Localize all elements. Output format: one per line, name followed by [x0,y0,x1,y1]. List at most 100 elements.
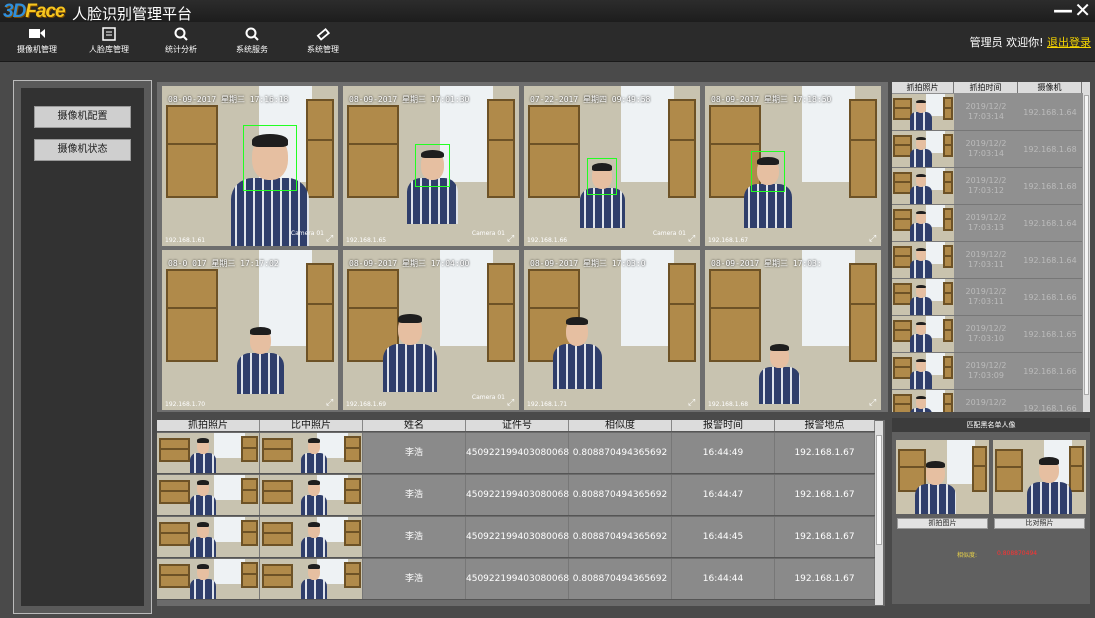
capture-camera: 192.168.1.66 [1023,404,1077,412]
fullscreen-icon[interactable]: ⤢ [507,399,516,408]
compare-photo-button[interactable]: 比对照片 [994,518,1085,529]
camera-status-button[interactable]: 摄像机状态 [34,139,131,161]
cell-sim: 0.808870494365692 [569,475,672,515]
capture-time: 2019/12/2 17:03:11 [965,287,1007,306]
capture-time: 2019/12/2 17:03:11 [965,250,1007,269]
match-compare-image [993,440,1086,514]
capture-list: 抓拍照片 抓拍时间 摄像机 2019/12/2 17:03:14 192.168.1.… [892,82,1090,412]
capture-camera: 192.168.1.68 [1023,182,1077,191]
cell-id: 450922199403080068 [466,559,569,599]
table-row[interactable]: 李浩 450922199403080068 0.808870494365692 16:… [157,475,875,516]
column-header[interactable]: 报警时间 [672,420,775,431]
list-item[interactable]: 2019/12/2 17:03:10 192.168.1.65 [892,316,1082,353]
cell-loc: 192.168.1.67 [775,475,875,515]
list-item[interactable]: 2019/12/2 17:03:11 192.168.1.66 [892,279,1082,316]
capture-time: 2019/12/2 17:03:14 [965,139,1007,158]
capture-time: 2019/12/2 17:03:12 [965,176,1007,195]
list-item[interactable]: 2019/12/2 17:03:09 192.168.1.66 [892,353,1082,390]
capture-camera: 192.168.1.66 [1023,293,1077,302]
capture-time: 2019/12/2 17:03:10 [965,324,1007,343]
fullscreen-icon[interactable]: ⤢ [326,399,335,408]
column-header[interactable]: 摄像机 [1018,82,1082,93]
column-header[interactable]: 相似度 [569,420,672,431]
column-header[interactable]: 比中照片 [260,420,363,431]
fullscreen-icon[interactable]: ⤢ [326,235,335,244]
column-header[interactable]: 抓拍照片 [892,82,954,93]
table-row[interactable]: 李浩 450922199403080068 0.808870494365692 16:… [157,433,875,474]
cell-time: 16:44:49 [672,433,775,473]
alarm-table-scrollbar[interactable] [875,421,883,605]
table-row[interactable]: 李浩 450922199403080068 0.808870494365692 16:… [157,559,875,600]
minimize-icon[interactable]: — [1053,0,1073,20]
camera-ip: 192.168.1.70 [165,401,206,408]
list-item[interactable]: 2019/12/2 192.168.1.66 [892,390,1082,412]
logout-link[interactable]: 退出登录 [1047,36,1091,49]
search-icon [148,24,214,44]
toolbar-button-4[interactable]: 系统管理 [290,24,356,60]
cell-name: 李浩 [363,517,466,557]
column-header[interactable]: 报警地点 [775,420,875,431]
fullscreen-icon[interactable]: ⤢ [507,235,516,244]
list-item[interactable]: 2019/12/2 17:03:13 192.168.1.64 [892,205,1082,242]
camera-ip: 192.168.1.68 [708,401,749,408]
cell-sim: 0.808870494365692 [569,517,672,557]
column-header[interactable]: 姓名 [363,420,466,431]
fullscreen-icon[interactable]: ⤢ [869,235,878,244]
match-thumbnail [260,433,363,473]
cell-loc: 192.168.1.67 [775,559,875,599]
capture-thumbnail [892,131,954,167]
capture-list-scrollbar[interactable] [1083,93,1090,412]
camera-timestamp: 08-09-2017 星期三 17:03:0 [530,259,646,268]
toolbar-button-3[interactable]: 系统服务 [219,24,285,60]
capture-time: 2019/12/2 17:03:14 [965,102,1007,121]
camera-ip: 192.168.1.61 [165,237,206,244]
list-item[interactable]: 2019/12/2 17:03:11 192.168.1.64 [892,242,1082,279]
list-item[interactable]: 2019/12/2 17:03:14 192.168.1.64 [892,94,1082,131]
camera-view[interactable]: 08-09-2017 星期三 17:03: 192.168.1.68 ⤢ [705,250,881,410]
cell-id: 450922199403080068 [466,517,569,557]
toolbar-button-0[interactable]: 摄像机管理 [4,24,70,60]
capture-camera: 192.168.1.64 [1023,108,1077,117]
camera-view[interactable]: 08-09-2017 星期三 17:04:00 Camera 01 192.168.… [343,250,519,410]
camera-label: Camera 01 [471,230,505,237]
camera-view[interactable]: 08-09-2017 星期三 17:01:30 Camera 01 192.168.… [343,86,519,246]
capture-camera: 192.168.1.64 [1023,219,1077,228]
fullscreen-icon[interactable]: ⤢ [869,399,878,408]
capture-thumbnail [892,205,954,241]
toolbar-button-2[interactable]: 统计分析 [148,24,214,60]
title-bar: 3DFace 人脸识别管理平台 — ✕ [0,0,1095,23]
camera-ip: 192.168.1.66 [527,237,568,244]
toolbar-button-1[interactable]: 人脸库管理 [76,24,142,60]
capture-thumbnail [892,353,954,389]
camera-view[interactable]: 08-0 017 星期三 17:17:02 192.168.1.70 ⤢ [162,250,338,410]
camera-view[interactable]: 08-09-2017 星期三 17:16:18 Camera 01 192.168.… [162,86,338,246]
camera-timestamp: 08-09-2017 星期三 17:04:00 [349,259,470,268]
similarity-value: 0.808870494 [997,550,1038,557]
camera-view[interactable]: 08-09-2017 星期三 17:18:50 192.168.1.67 ⤢ [705,86,881,246]
app-title: 人脸识别管理平台 [72,5,193,23]
capture-image-button[interactable]: 抓拍图片 [897,518,988,529]
search-icon [219,24,285,44]
capture-thumbnail [892,94,954,130]
capture-camera: 192.168.1.68 [1023,145,1077,154]
cell-time: 16:44:47 [672,475,775,515]
capture-time: 2019/12/2 17:03:13 [965,213,1007,232]
cell-loc: 192.168.1.67 [775,517,875,557]
camera-config-button[interactable]: 摄像机配置 [34,106,131,128]
capture-thumbnail [157,475,260,515]
list-item[interactable]: 2019/12/2 17:03:12 192.168.1.68 [892,168,1082,205]
list-item[interactable]: 2019/12/2 17:03:14 192.168.1.68 [892,131,1082,168]
column-header[interactable]: 抓拍时间 [954,82,1018,93]
fullscreen-icon[interactable]: ⤢ [688,399,697,408]
match-title: 匹配黑名单人像 [892,418,1090,432]
cell-id: 450922199403080068 [466,433,569,473]
capture-camera: 192.168.1.66 [1023,367,1077,376]
column-header[interactable]: 抓拍照片 [157,420,260,431]
camera-view[interactable]: 08-09-2017 星期三 17:03:0 192.168.1.71 ⤢ [524,250,700,410]
table-row[interactable]: 李浩 450922199403080068 0.808870494365692 16:… [157,517,875,558]
camera-view[interactable]: 07-22-2017 星期四 09:49:58 Camera 01 192.168.… [524,86,700,246]
cell-name: 李浩 [363,559,466,599]
column-header[interactable]: 证件号 [466,420,569,431]
fullscreen-icon[interactable]: ⤢ [688,235,697,244]
close-icon[interactable]: ✕ [1074,0,1091,20]
